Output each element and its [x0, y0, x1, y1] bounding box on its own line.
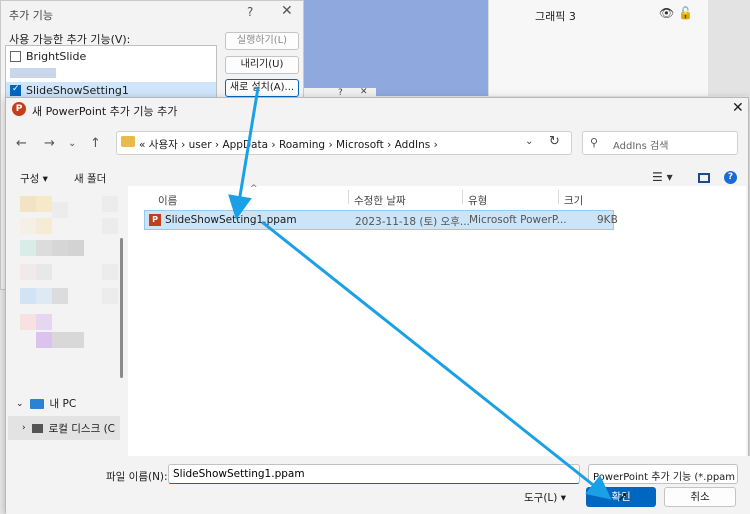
checkbox[interactable] — [10, 50, 21, 62]
sort-caret-icon: ^ — [250, 184, 258, 194]
nav-item-local-disk[interactable]: › 로컬 디스크 (C — [8, 416, 120, 440]
lock-icon[interactable]: 🔓 — [678, 6, 693, 20]
nav-item-this-pc[interactable]: ⌄ 내 PC — [16, 396, 76, 411]
tools-menu[interactable]: 도구(L) ▾ — [524, 490, 566, 505]
column-header-name[interactable]: 이름 — [158, 193, 177, 208]
file-list[interactable]: ^ 이름 수정한 날짜 유형 크기 P SlideShowSetting1.pp… — [128, 184, 746, 456]
addin-label: BrightSlide — [26, 49, 87, 63]
organize-menu[interactable]: 구성 ▾ — [20, 171, 48, 186]
blurred-item — [10, 68, 56, 78]
column-header-modified[interactable]: 수정한 날짜 — [354, 193, 406, 208]
folder-icon — [121, 136, 135, 147]
file-name: SlideShowSetting1.ppam — [165, 214, 297, 226]
file-size: 9KB — [597, 214, 618, 226]
cancel-button[interactable]: 취소 — [664, 487, 736, 507]
eye-icon[interactable]: 👁 🔓 — [659, 6, 693, 20]
chevron-down-icon[interactable]: ⌄ — [68, 138, 76, 149]
open-file-dialog: P 새 PowerPoint 추가 기능 추가 ✕ ← → ⌄ ↑ « 사용자 … — [5, 97, 750, 514]
dialog-footer: 파일 이름(N): PowerPoint 추가 기능 (*.ppam ⌄ 도구(… — [6, 456, 750, 514]
addin-item[interactable]: BrightSlide — [10, 48, 86, 64]
add-new-button[interactable]: 새로 설치(A)... — [225, 79, 299, 97]
file-type: Microsoft PowerP... — [469, 214, 567, 226]
search-input[interactable]: ⚲ AddIns 검색 — [582, 131, 738, 155]
close-icon[interactable]: ✕ — [281, 3, 293, 19]
drive-icon — [31, 423, 43, 433]
forward-arrow-icon[interactable]: → — [44, 136, 55, 151]
address-bar[interactable]: « 사용자 › user › AppData › Roaming › Micro… — [116, 131, 572, 155]
addins-list[interactable]: BrightSlide SlideShowSetting1 — [5, 45, 217, 101]
help-icon[interactable]: ? — [724, 171, 737, 184]
mouse-cursor-icon: ➚ — [617, 489, 629, 505]
column-header-size[interactable]: 크기 — [564, 193, 583, 208]
new-folder-button[interactable]: 새 폴더 — [74, 171, 106, 186]
dialog-title: 새 PowerPoint 추가 기능 추가 — [32, 105, 178, 118]
back-arrow-icon[interactable]: ← — [16, 136, 27, 151]
unload-button[interactable]: 내리기(U) — [225, 56, 299, 74]
view-menu-icon[interactable]: ☰ ▾ — [652, 170, 673, 184]
filename-label: 파일 이름(N): — [106, 471, 168, 483]
ppam-file-icon: P — [149, 214, 161, 226]
chevron-down-icon[interactable]: ⌄ — [16, 399, 24, 409]
layer-name[interactable]: 그래픽 3 — [535, 8, 576, 24]
file-row-selected[interactable]: P SlideShowSetting1.ppam 2023-11-18 (토) … — [144, 210, 618, 230]
refresh-icon[interactable]: ↻ — [549, 134, 560, 149]
chevron-right-icon[interactable]: › — [22, 423, 26, 433]
column-header-type[interactable]: 유형 — [468, 193, 487, 208]
app-background — [708, 0, 750, 96]
chevron-down-icon[interactable]: ⌄ — [525, 136, 533, 147]
computer-icon — [29, 398, 44, 409]
up-arrow-icon[interactable]: ↑ — [90, 136, 101, 151]
search-icon: ⚲ — [590, 136, 599, 149]
file-type-select[interactable]: PowerPoint 추가 기능 (*.ppam ⌄ — [588, 464, 738, 484]
checkbox-checked[interactable] — [10, 84, 21, 96]
addins-dialog-title: 추가 기능 — [9, 9, 53, 22]
help-icon[interactable]: ? — [247, 5, 253, 19]
powerpoint-icon: P — [12, 102, 26, 116]
close-icon[interactable]: ✕ — [732, 100, 744, 116]
run-button[interactable]: 실행하기(L) — [225, 32, 299, 50]
addin-label: SlideShowSetting1 — [26, 83, 129, 97]
file-modified: 2023-11-18 (토) 오후... — [355, 216, 470, 228]
slide-canvas — [300, 0, 488, 96]
preview-pane-icon[interactable] — [698, 173, 710, 183]
breadcrumb[interactable]: « 사용자 › user › AppData › Roaming › Micro… — [139, 137, 438, 152]
selection-pane: 그래픽 3 👁 🔓 — [488, 0, 708, 96]
filename-input[interactable] — [168, 464, 580, 484]
addin-item-selected[interactable]: SlideShowSetting1 — [6, 82, 216, 98]
scrollbar[interactable] — [120, 238, 123, 378]
